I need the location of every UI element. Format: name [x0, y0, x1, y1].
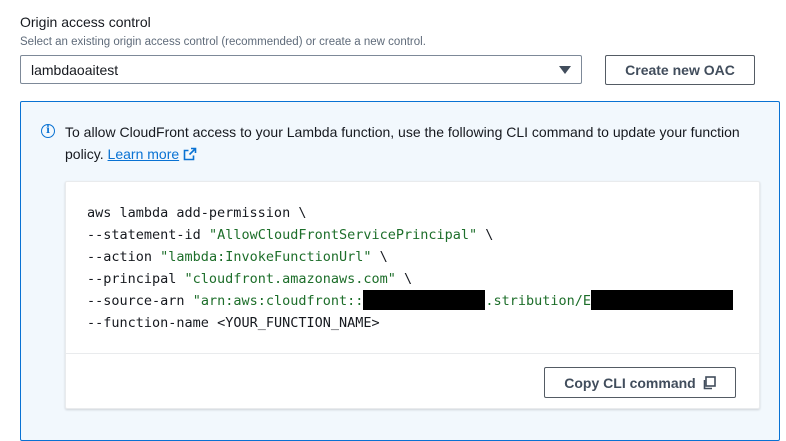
- copy-icon: [703, 375, 716, 389]
- cli-continuation: \: [404, 271, 413, 287]
- oac-field-description: Select an existing origin access control…: [20, 36, 426, 48]
- oac-select[interactable]: lambdaoaitest: [20, 55, 582, 84]
- cli-statement-value: "AllowCloudFrontServicePrincipal": [208, 227, 478, 243]
- copy-cli-command-label: Copy CLI command: [564, 374, 696, 391]
- cli-statement-flag: --statement-id: [87, 227, 201, 243]
- cli-continuation: \: [485, 227, 494, 243]
- cli-principal-flag: --principal: [87, 271, 177, 287]
- external-link-icon[interactable]: [183, 147, 197, 161]
- cli-source-arn-value-mid: .stribution/E: [485, 293, 592, 309]
- caret-down-icon: [559, 66, 571, 74]
- cli-principal-value: "cloudfront.amazonaws.com": [184, 271, 396, 287]
- cli-function-name-value: <YOUR_FUNCTION_NAME>: [217, 315, 380, 331]
- create-new-oac-button[interactable]: Create new OAC: [605, 55, 755, 85]
- cli-source-arn-flag: --source-arn: [87, 293, 185, 309]
- cli-command-code: aws lambda add-permission \ --statement-…: [87, 202, 734, 334]
- info-icon: i: [41, 124, 55, 138]
- cli-action-value: "lambda:InvokeFunctionUrl": [160, 249, 372, 265]
- cli-action-flag: --action: [87, 249, 153, 265]
- learn-more-label: Learn more: [107, 146, 180, 162]
- oac-select-value: lambdaoaitest: [31, 62, 119, 78]
- oac-field-label: Origin access control: [20, 14, 151, 30]
- redacted-block: [363, 290, 486, 310]
- cli-line-1: aws lambda add-permission \: [87, 205, 307, 221]
- learn-more-link[interactable]: Learn more: [108, 146, 180, 162]
- card-divider: [66, 353, 759, 354]
- info-alert-message: To allow CloudFront access to your Lambd…: [65, 121, 765, 165]
- cli-continuation: \: [379, 249, 388, 265]
- cli-function-name-flag: --function-name: [87, 315, 209, 331]
- cli-command-card: aws lambda add-permission \ --statement-…: [65, 181, 760, 409]
- redacted-block: [591, 290, 734, 310]
- cli-source-arn-value-start: "arn:aws:cloudfront::: [192, 293, 364, 309]
- info-alert: i To allow CloudFront access to your Lam…: [20, 101, 780, 441]
- copy-cli-command-button[interactable]: Copy CLI command: [544, 367, 736, 398]
